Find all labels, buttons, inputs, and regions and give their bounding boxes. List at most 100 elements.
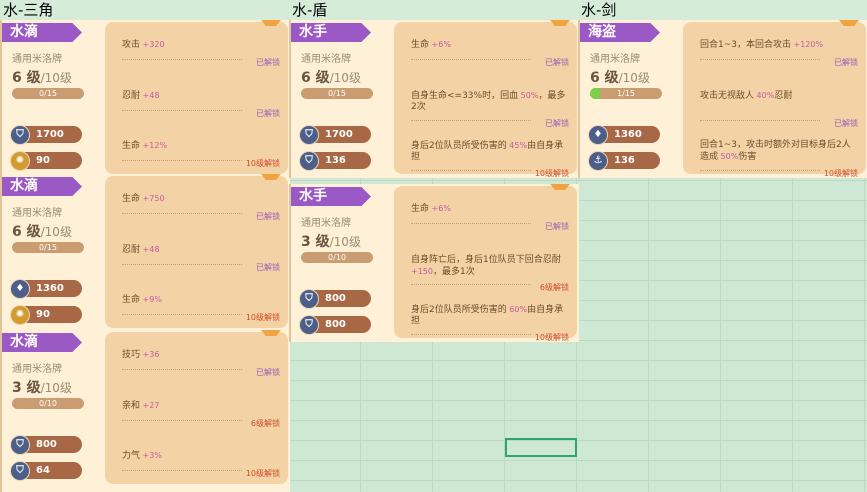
column-header-water-sword[interactable]: 水-剑 <box>578 0 867 20</box>
skill-unlock-status: 已解锁 <box>256 263 280 272</box>
skill-panel: 技巧 +36 已解锁 亲和 +27 6级解锁 力气 +3% 10级解锁 <box>105 330 288 484</box>
anchor-icon: ⚓ <box>588 151 608 171</box>
stat-pill: ♦ 1360 <box>10 279 82 299</box>
card-name: 水滴 <box>2 177 82 196</box>
card-type-label: 通用米洛牌 <box>12 364 62 375</box>
skill-text: 自身阵亡后，身后1位队员下回合忍耐 <box>411 255 561 265</box>
skill-tail: 忍耐 <box>774 91 793 101</box>
card-name: 水手 <box>291 23 371 42</box>
milo-card[interactable]: 海盗 通用米洛牌 6 级/10级 1/15 ♦ 1360 ⚓ 136 回合1~3，本回合攻击 +… <box>578 20 867 178</box>
card-level: 3 级/10级 <box>12 377 72 397</box>
card-level: 3 级/10级 <box>301 231 361 251</box>
skill-text: 生命 <box>411 204 430 214</box>
skill-entry: 自身生命<=33%时，回血 50%，最多2次 已解锁 <box>411 90 569 128</box>
skill-entry: 自身阵亡后，身后1位队员下回合忍耐 +150，最多1次 6级解锁 <box>411 254 569 292</box>
skill-text: 忍耐 <box>122 245 141 255</box>
stat-value: 1360 <box>614 129 642 140</box>
skill-text: 身后2位队员所受伤害的 <box>411 141 507 151</box>
skill-unlock-status: 10级解锁 <box>245 159 280 168</box>
skill-description: 生命 +6% <box>411 203 569 215</box>
level-value: 6 级 <box>12 70 41 86</box>
skill-panel: 攻击 +320 已解锁 忍耐 +48 已解锁 生命 +12% 10级解锁 <box>105 20 288 174</box>
skill-bonus: 40% <box>754 91 775 100</box>
level-max: /10级 <box>329 235 361 249</box>
skill-divider <box>700 170 820 171</box>
skill-panel: 生命 +6% 已解锁 自身生命<=33%时，回血 50%，最多2次 已解锁 身后2位队员… <box>394 20 577 178</box>
stat-value: 800 <box>325 319 346 330</box>
stat-pill: ✺ 90 <box>10 151 82 171</box>
stat-pill: ✺ 90 <box>10 305 82 325</box>
card-level: 6 级/10级 <box>12 221 72 241</box>
skill-bonus: +750 <box>140 194 165 203</box>
skill-description: 自身生命<=33%时，回血 50%，最多2次 <box>411 90 569 113</box>
stat-pill: ⛉ 800 <box>299 289 371 309</box>
column-header-water-triangle[interactable]: 水-三角 <box>0 0 289 20</box>
column-header-water-shield[interactable]: 水-盾 <box>289 0 578 20</box>
skill-bonus: +320 <box>140 40 165 49</box>
skill-bonus: 45% <box>506 141 528 150</box>
skill-tail: 伤害 <box>738 152 757 162</box>
card-type-label: 通用米洛牌 <box>12 208 62 219</box>
skill-divider <box>700 120 820 121</box>
skill-bonus: +6% <box>429 204 451 213</box>
skill-unlock-status: 10级解锁 <box>823 169 858 178</box>
skill-description: 亲和 +27 <box>122 400 280 412</box>
exp-progress-text: 0/10 <box>39 399 57 408</box>
exp-progress-bar: 0/10 <box>301 252 373 263</box>
stat-pill: ⛉ 64 <box>10 461 82 481</box>
gear-icon: ✺ <box>10 151 30 171</box>
skill-entry: 生命 +12% 10级解锁 <box>122 140 280 168</box>
skill-description: 攻击无视敌人 40%忍耐 <box>700 90 858 102</box>
level-value: 6 级 <box>12 224 41 240</box>
skill-description: 回合1~3，攻击时额外对目标身后2人造成 50%伤害 <box>700 140 858 163</box>
skill-divider <box>122 314 242 315</box>
skill-panel: 回合1~3，本回合攻击 +120% 已解锁 攻击无视敌人 40%忍耐 已解锁 回合1~3… <box>683 20 866 178</box>
skill-bonus: 50% <box>718 152 739 161</box>
stat-value: 1700 <box>36 129 64 140</box>
skill-panel: 生命 +750 已解锁 忍耐 +48 已解锁 生命 +9% 10级解锁 <box>105 174 288 328</box>
shield-icon: ⛉ <box>299 125 319 145</box>
skill-text: 亲和 <box>122 401 141 411</box>
stat-value: 136 <box>614 155 635 166</box>
milo-card[interactable]: 水手 通用米洛牌 3 级/10级 0/10 ⛉ 800 ⛉ 800 生命 +6% 已解锁 自身阵亡后… <box>289 184 579 342</box>
skill-entry: 身后2位队员所受伤害的 60%由自身承担 10级解锁 <box>411 304 569 342</box>
skill-text: 生命 <box>122 194 141 204</box>
skill-divider <box>411 334 531 335</box>
skill-bonus: +48 <box>140 245 160 254</box>
skill-description: 生命 +750 <box>122 193 280 205</box>
milo-card[interactable]: 水滴 通用米洛牌 6 级/10级 0/15 ⛉ 1700 ✺ 90 攻击 +320 已解锁 忍耐 +… <box>0 20 290 178</box>
exp-progress-bar: 0/10 <box>12 398 84 409</box>
skill-text: 回合1~3，本回合攻击 <box>700 40 791 50</box>
stat-value: 800 <box>325 293 346 304</box>
milo-card[interactable]: 水滴 通用米洛牌 3 级/10级 0/10 ⛉ 800 ⛉ 64 技巧 +36 已解锁 亲和 +27… <box>0 330 290 492</box>
milo-card[interactable]: 水手 通用米洛牌 6 级/10级 0/15 ⛉ 1700 ⛉ 136 生命 +6% 已解锁 自身生命… <box>289 20 579 178</box>
stat-pill: ⛉ 800 <box>299 315 371 335</box>
skill-description: 攻击 +320 <box>122 39 280 51</box>
exp-progress-text: 0/15 <box>39 89 57 98</box>
selected-cell[interactable] <box>505 438 577 457</box>
skill-unlock-status: 已解锁 <box>256 212 280 221</box>
skill-divider <box>411 284 531 285</box>
skill-description: 身后2位队员所受伤害的 60%由自身承担 <box>411 304 569 327</box>
level-value: 6 级 <box>301 70 330 86</box>
stat-pill: ⛉ 136 <box>299 151 371 171</box>
skill-entry: 忍耐 +48 已解锁 <box>122 90 280 118</box>
card-name: 海盗 <box>580 23 660 42</box>
level-max: /10级 <box>40 381 72 395</box>
level-badge-icon <box>836 20 862 26</box>
skill-bonus: +6% <box>429 40 451 49</box>
stat-pill: ⛉ 1700 <box>299 125 371 145</box>
skill-entry: 攻击无视敌人 40%忍耐 已解锁 <box>700 90 858 128</box>
skill-unlock-status: 10级解锁 <box>534 169 569 178</box>
card-name: 水滴 <box>2 333 82 352</box>
milo-card[interactable]: 水滴 通用米洛牌 6 级/10级 0/15 ♦ 1360 ✺ 90 生命 +750 已解锁 忍耐 +… <box>0 174 290 332</box>
skill-unlock-status: 10级解锁 <box>245 313 280 322</box>
skill-unlock-status: 10级解锁 <box>534 333 569 342</box>
skill-text: 自身生命<=33%时，回血 <box>411 91 519 101</box>
stat-value: 800 <box>36 439 57 450</box>
skill-entry: 忍耐 +48 已解锁 <box>122 244 280 272</box>
drop-icon: ♦ <box>588 125 608 145</box>
skill-entry: 回合1~3，本回合攻击 +120% 已解锁 <box>700 39 858 67</box>
stat-value: 1700 <box>325 129 353 140</box>
skill-divider <box>122 213 242 214</box>
